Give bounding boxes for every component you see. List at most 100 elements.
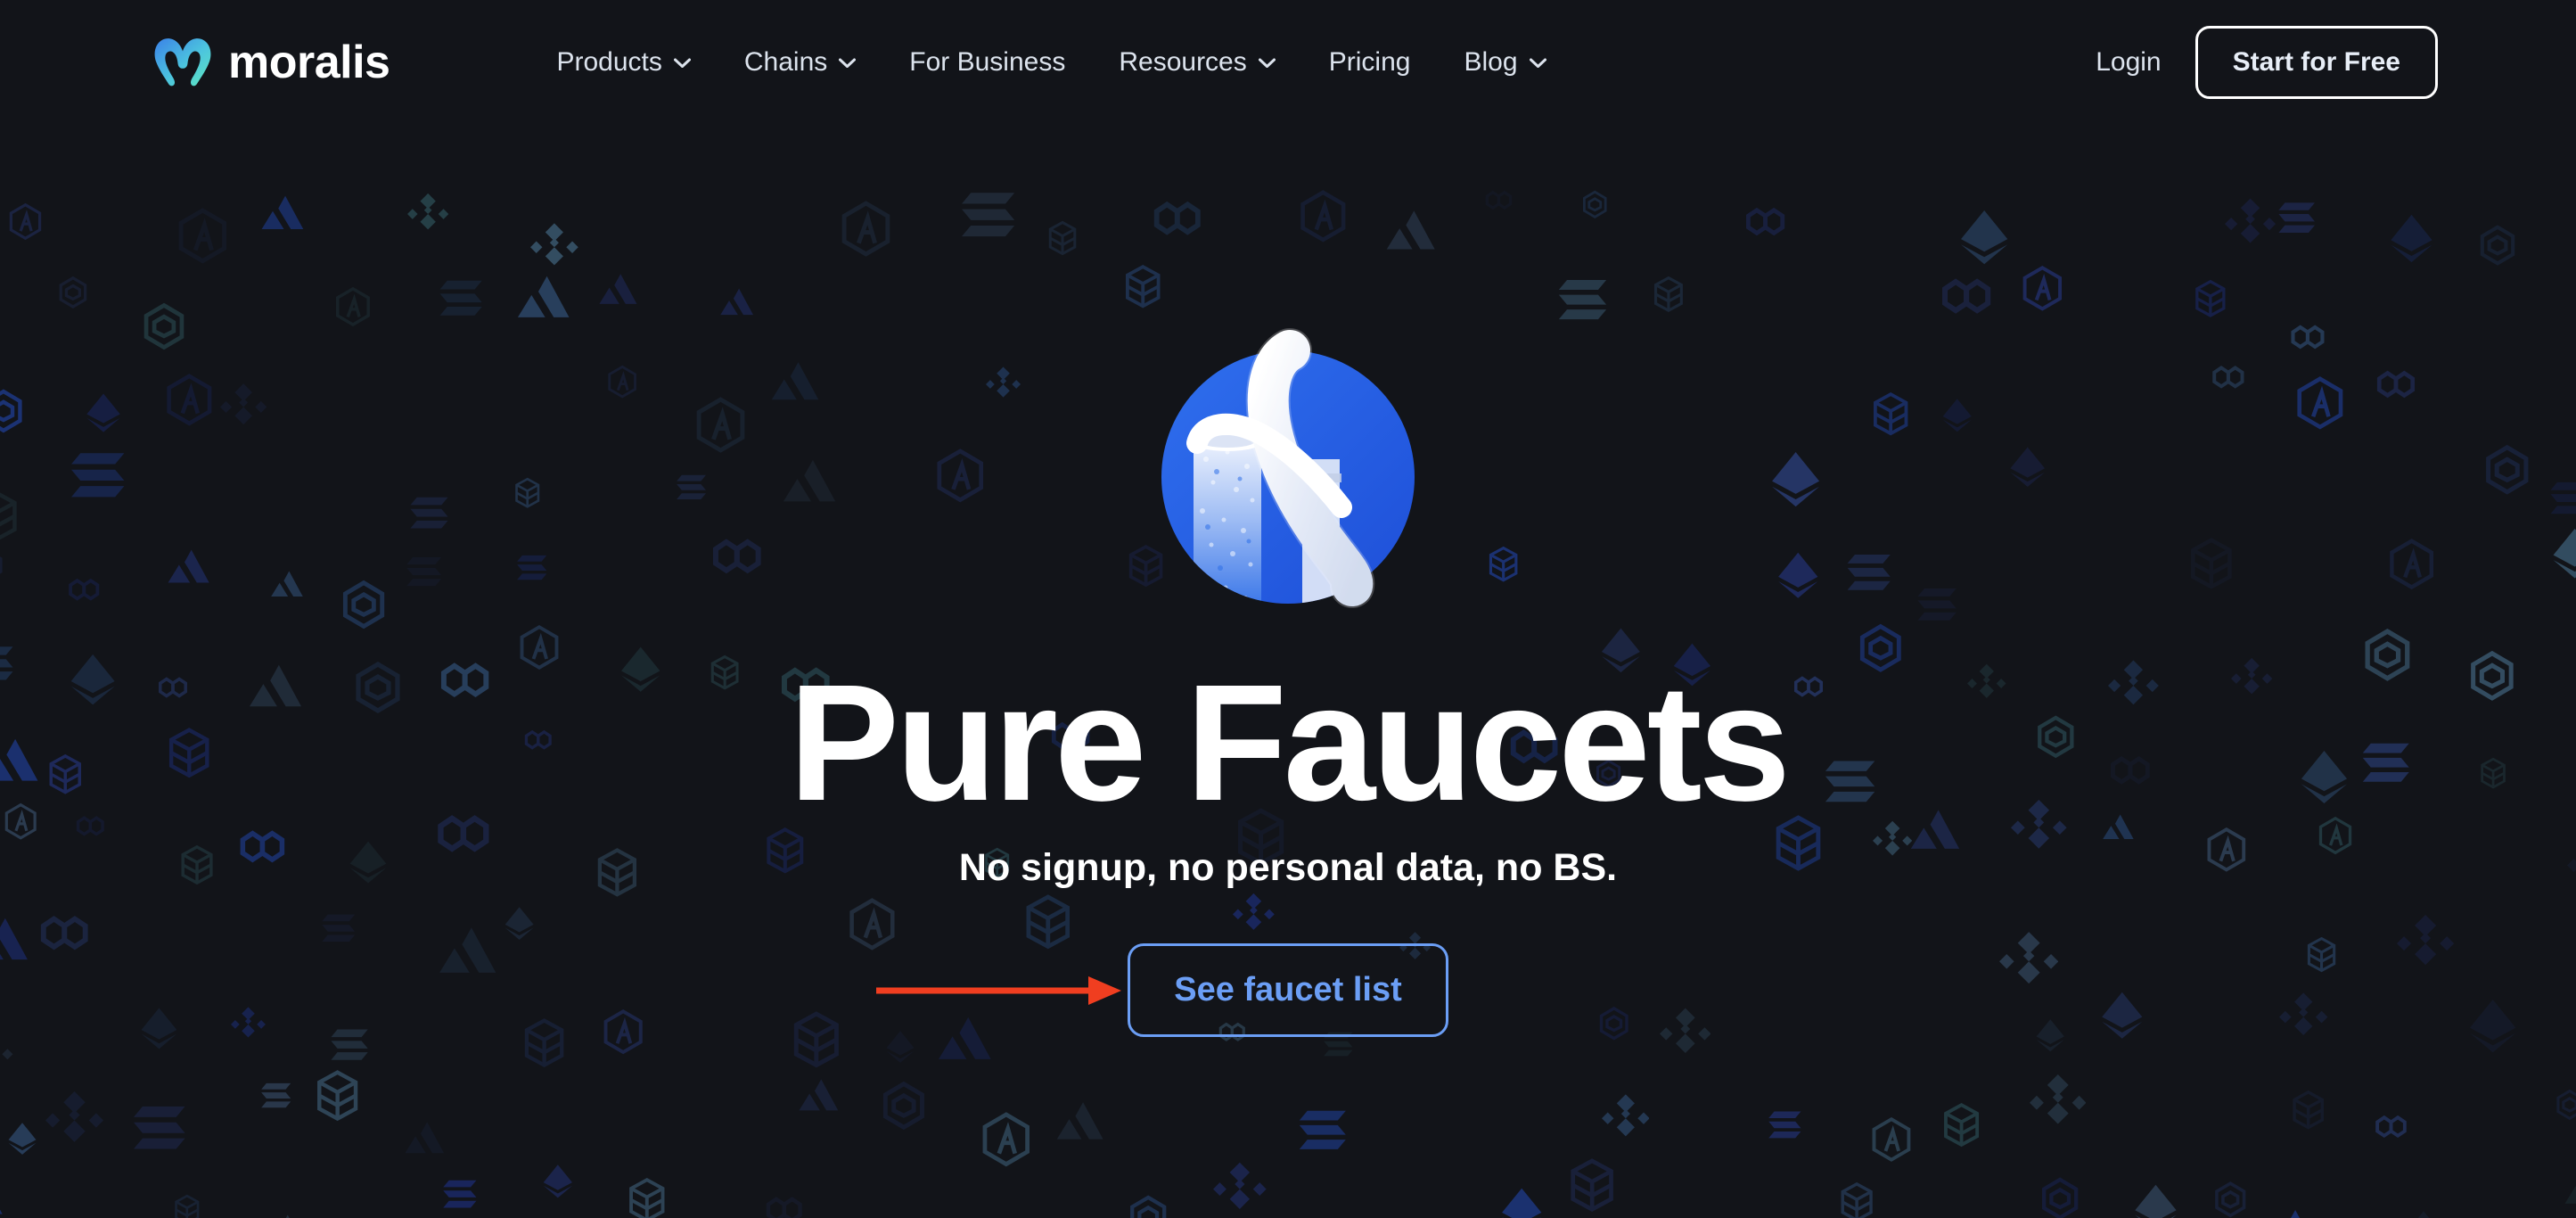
cronos-logo-icon [882, 1081, 924, 1130]
binance-logo-icon [1601, 1094, 1650, 1137]
avalanche-logo-icon [518, 276, 570, 318]
fantom-logo-icon [2293, 1090, 2324, 1130]
binance-logo-icon [1873, 820, 1913, 856]
polygon-logo-icon [2212, 366, 2244, 389]
binance-logo-icon [2029, 1074, 2087, 1125]
polygon-logo-icon [68, 578, 99, 601]
cronos-logo-icon [2214, 1181, 2245, 1218]
cronos-logo-icon [1130, 1195, 1167, 1218]
ethereum-logo-icon [349, 841, 387, 884]
ethereum-logo-icon [1502, 1188, 1542, 1218]
binance-logo-icon [2011, 800, 2067, 849]
page-title: Pure Faucets [788, 651, 1791, 835]
arbitrum-logo-icon [937, 449, 984, 503]
binance-logo-icon [530, 223, 579, 266]
solana-logo-icon [410, 497, 448, 529]
polygon-logo-icon [1153, 201, 1201, 235]
ethereum-logo-icon [1777, 552, 1817, 598]
fantom-logo-icon [1841, 1181, 1873, 1218]
solana-logo-icon [2278, 202, 2315, 233]
ethereum-logo-icon [1961, 210, 2008, 265]
cronos-logo-icon [2042, 1177, 2079, 1218]
moralis-logo[interactable]: moralis [153, 36, 390, 89]
avalanche-logo-icon [771, 361, 819, 399]
fantom-logo-icon [2195, 279, 2226, 317]
binance-logo-icon [1212, 1162, 1267, 1209]
solana-logo-icon [134, 1107, 185, 1149]
binance-logo-icon [2108, 660, 2160, 705]
arbitrum-logo-icon [982, 1111, 1030, 1166]
avalanche-logo-icon [599, 274, 637, 304]
fantom-logo-icon [181, 845, 213, 885]
nav-item-pricing[interactable]: Pricing [1302, 47, 1438, 78]
solana-logo-icon [1768, 1111, 1801, 1138]
binance-logo-icon [2231, 657, 2273, 695]
avalanche-logo-icon [405, 1122, 445, 1154]
avalanche-logo-icon [261, 195, 303, 230]
nav-item-for-business[interactable]: For Business [882, 47, 1092, 78]
arbitrum-logo-icon [696, 396, 745, 453]
arbitrum-logo-icon [2319, 816, 2352, 855]
ethereum-logo-icon [71, 654, 116, 705]
solana-logo-icon [322, 914, 355, 942]
solana-logo-icon [1847, 555, 1891, 590]
fantom-logo-icon [317, 1070, 358, 1121]
arbitrum-logo-icon [1300, 190, 1346, 243]
polygon-logo-icon [1485, 190, 1513, 210]
avalanche-logo-icon [2103, 814, 2134, 839]
arbitrum-logo-icon [178, 207, 227, 264]
avalanche-logo-icon [2564, 1185, 2576, 1204]
ethereum-logo-icon [1771, 452, 1819, 507]
polygon-logo-icon [440, 662, 488, 697]
fantom-logo-icon [2481, 757, 2506, 789]
nav-item-blog[interactable]: Blog [1437, 47, 1572, 78]
nav-item-resources[interactable]: Resources [1092, 47, 1301, 78]
solana-logo-icon [1917, 588, 1957, 621]
solana-logo-icon [0, 646, 13, 680]
chevron-down-icon [1529, 58, 1546, 68]
main-navigation: Products Chains For Business Resources P… [529, 47, 1572, 78]
binance-logo-icon [406, 193, 449, 230]
avalanche-logo-icon [1910, 810, 1960, 850]
nav-item-chains[interactable]: Chains [718, 47, 882, 78]
avalanche-logo-icon [720, 288, 754, 315]
ethereum-logo-icon [2417, 1211, 2429, 1218]
nav-label: Products [556, 47, 662, 77]
fantom-logo-icon [1049, 221, 1077, 256]
nav-label: For Business [909, 47, 1066, 77]
nav-item-products[interactable]: Products [529, 47, 717, 78]
avalanche-logo-icon [1057, 1101, 1103, 1140]
ethereum-logo-icon [8, 1122, 37, 1155]
avalanche-logo-icon [271, 571, 304, 597]
polygon-logo-icon [1793, 676, 1823, 697]
cronos-logo-icon [2486, 444, 2529, 495]
solana-logo-icon [2550, 481, 2576, 514]
binance-logo-icon [45, 1091, 103, 1143]
start-for-free-button[interactable]: Start for Free [2195, 26, 2438, 99]
cronos-logo-icon [1860, 623, 1901, 672]
polygon-logo-icon [2291, 325, 2325, 350]
arbitrum-logo-icon [2389, 539, 2433, 590]
ethereum-logo-icon [2135, 1185, 2177, 1218]
avalanche-logo-icon [799, 1079, 838, 1111]
see-faucet-list-button[interactable]: See faucet list [1128, 943, 1448, 1037]
ethereum-logo-icon [2301, 751, 2348, 804]
avalanche-logo-icon [285, 1214, 290, 1218]
arbitrum-logo-icon [2022, 266, 2062, 311]
cronos-logo-icon [2556, 1089, 2576, 1121]
solana-logo-icon [71, 453, 125, 498]
nav-label: Chains [743, 47, 828, 77]
arbitrum-logo-icon [2207, 827, 2246, 872]
chevron-down-icon [1258, 58, 1276, 68]
chevron-down-icon [673, 58, 691, 68]
polygon-logo-icon [2376, 370, 2415, 398]
avalanche-logo-icon [1387, 210, 1435, 250]
arbitrum-logo-icon [9, 203, 42, 241]
login-link[interactable]: Login [2062, 47, 2195, 78]
nav-label: Pricing [1328, 47, 1411, 77]
arbitrum-logo-icon [2297, 375, 2343, 430]
hero-section: Pure Faucets No signup, no personal data… [0, 0, 2576, 1218]
annotation-arrow-icon [876, 975, 1121, 1005]
avalanche-logo-icon [2291, 1209, 2301, 1218]
arbitrum-logo-icon [608, 365, 637, 399]
